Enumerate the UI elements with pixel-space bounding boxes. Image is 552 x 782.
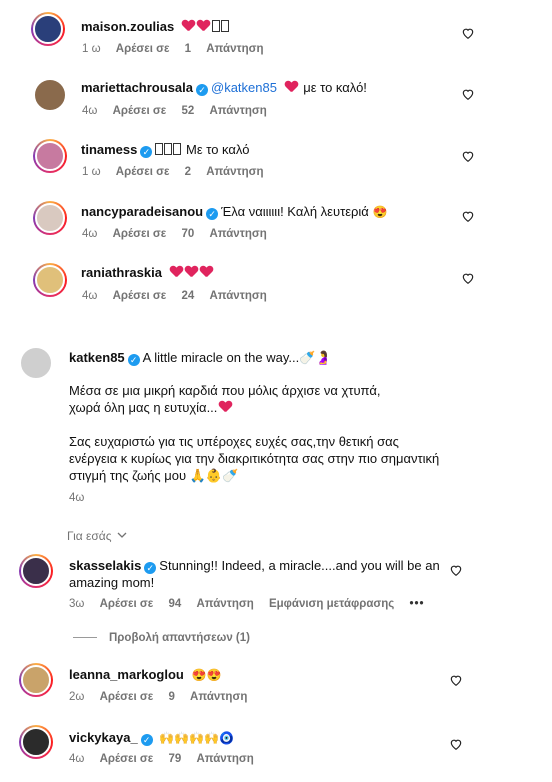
verified-badge-icon: ✓: [140, 734, 153, 746]
username[interactable]: maison.zoulias: [81, 19, 174, 34]
heart-eyes-emoji-icon: 😍😍: [191, 668, 222, 682]
comment-item: nancyparadeisanou ✓ Έλα ναιιιιιι! Καλή λευ…: [0, 196, 552, 246]
verified-badge-icon: ✓: [196, 84, 208, 96]
heart-outline-icon[interactable]: [461, 209, 475, 223]
reply-button[interactable]: Απάντηση: [209, 290, 266, 302]
comment-age: 4ω: [69, 753, 85, 765]
heart-outline-icon[interactable]: [461, 149, 475, 163]
reply-button[interactable]: Απάντηση: [209, 105, 266, 117]
heart-emoji-icon: [182, 19, 230, 34]
heart-emoji-icon: [170, 265, 215, 280]
likes-count[interactable]: Αρέσει σε 2: [116, 166, 191, 178]
heart-eyes-emoji-icon: 😍: [372, 205, 388, 219]
caption-title: A little miracle on the way...: [142, 350, 300, 365]
post-age: 4ω: [69, 492, 85, 504]
avatar[interactable]: [19, 346, 53, 380]
username[interactable]: nancyparadeisanou: [81, 204, 203, 219]
comment-age: 2ω: [69, 691, 85, 703]
reply-button[interactable]: Απάντηση: [196, 753, 253, 765]
avatar[interactable]: [19, 725, 53, 759]
heart-outline-icon[interactable]: [461, 271, 475, 285]
avatar[interactable]: [33, 201, 67, 235]
avatar[interactable]: [33, 263, 67, 297]
reply-button[interactable]: Απάντηση: [206, 43, 263, 55]
heart-outline-icon[interactable]: [449, 563, 463, 577]
likes-count[interactable]: Αρέσει σε 1: [116, 43, 191, 55]
comment-text-cont: amazing mom!: [69, 575, 155, 590]
heart-outline-icon[interactable]: [461, 87, 475, 101]
reply-button[interactable]: Απάντηση: [190, 691, 247, 703]
reply-button[interactable]: Απάντηση: [209, 228, 266, 240]
for-you-filter[interactable]: Για εσάς: [67, 527, 127, 545]
post-caption: katken85 ✓ A little miracle on the way...🍼…: [0, 340, 552, 510]
translate-button[interactable]: Εμφάνιση μετάφρασης: [269, 598, 394, 610]
verified-badge-icon: ✓: [144, 562, 157, 574]
username[interactable]: mariettachrousala: [81, 80, 193, 95]
comment-age: 4ω: [82, 105, 98, 117]
reply-button[interactable]: Απάντηση: [206, 166, 263, 178]
comment-item: raniathraskia 4ω Αρέσει σε 24 Απάντηση: [0, 258, 552, 308]
baby-bottle-emoji-icon: 🍼🤰: [299, 350, 332, 365]
more-icon[interactable]: •••: [410, 598, 425, 610]
comment-item: leanna_markoglou 😍😍 2ω Αρέσει σε 9 Απάντ…: [0, 658, 552, 710]
view-replies-button[interactable]: Προβολή απαντήσεων (1): [73, 629, 250, 647]
likes-count[interactable]: Αρέσει σε 9: [100, 691, 175, 703]
comment-age: 1 ω: [82, 43, 101, 55]
comment-item: skasselakis ✓ Stunning!! Indeed, a miracle…: [0, 548, 552, 620]
comment-text: Με το καλό: [186, 142, 250, 157]
comment-text: Stunning!! Indeed, a miracle....and you …: [159, 558, 440, 573]
likes-count[interactable]: Αρέσει σε 94: [100, 598, 182, 610]
avatar[interactable]: [19, 554, 53, 588]
likes-count[interactable]: Αρέσει σε 52: [113, 105, 195, 117]
likes-count[interactable]: Αρέσει σε 70: [113, 228, 195, 240]
comment-age: 3ω: [69, 598, 85, 610]
username[interactable]: raniathraskia: [81, 265, 162, 280]
verified-badge-icon: ✓: [140, 146, 153, 158]
username[interactable]: leanna_markoglou: [69, 667, 184, 682]
avatar[interactable]: [31, 12, 65, 46]
mention-link[interactable]: @katken85: [211, 80, 277, 95]
username[interactable]: vickykaya_: [69, 730, 138, 745]
username[interactable]: skasselakis: [69, 558, 141, 573]
pray-emoji-icon: 🙏👶🍼: [189, 468, 239, 483]
heart-outline-icon[interactable]: [461, 26, 475, 40]
comment-item: mariettachrousala ✓ @katken85 με το καλό! …: [0, 72, 552, 122]
comment-text: Έλα ναιιιιιι! Καλή λευτεριά: [221, 204, 369, 219]
username[interactable]: tinamess: [81, 142, 137, 157]
comment-item: vickykaya_ ✓ 🙌🙌🙌🙌🧿 4ω Αρέσει σε 79 Απάντη…: [0, 720, 552, 772]
avatar[interactable]: [33, 139, 67, 173]
likes-count[interactable]: Αρέσει σε 79: [100, 753, 182, 765]
avatar[interactable]: [19, 663, 53, 697]
heart-outline-icon[interactable]: [449, 673, 463, 687]
likes-count[interactable]: Αρέσει σε 24: [113, 290, 195, 302]
reply-button[interactable]: Απάντηση: [196, 598, 253, 610]
heart-emoji-icon: [285, 81, 298, 93]
verified-badge-icon: ✓: [127, 354, 140, 366]
username[interactable]: katken85: [69, 350, 125, 365]
chevron-down-icon: [117, 532, 127, 538]
comment-item: tinamess ✓ Με το καλό 1 ω Αρέσει σε 2 Απά…: [0, 134, 552, 184]
comment-age: 4ω: [82, 290, 98, 302]
divider: [73, 637, 97, 638]
comment-item: maison.zoulias 1 ω Αρέσει σε 1 Απάντηση: [0, 10, 552, 60]
caption-paragraph-2: Σας ευχαριστώ για τις υπέροχες ευχές σας…: [69, 434, 440, 483]
verified-badge-icon: ✓: [206, 208, 219, 220]
avatar[interactable]: [33, 78, 67, 112]
raised-hands-emoji-icon: 🙌🙌🙌🙌🧿: [159, 731, 235, 745]
heart-outline-icon[interactable]: [449, 737, 463, 751]
comment-age: 4ω: [82, 228, 98, 240]
comment-text: με το καλό!: [303, 80, 367, 95]
heart-emoji-icon: [219, 401, 232, 413]
comment-age: 1 ω: [82, 166, 101, 178]
